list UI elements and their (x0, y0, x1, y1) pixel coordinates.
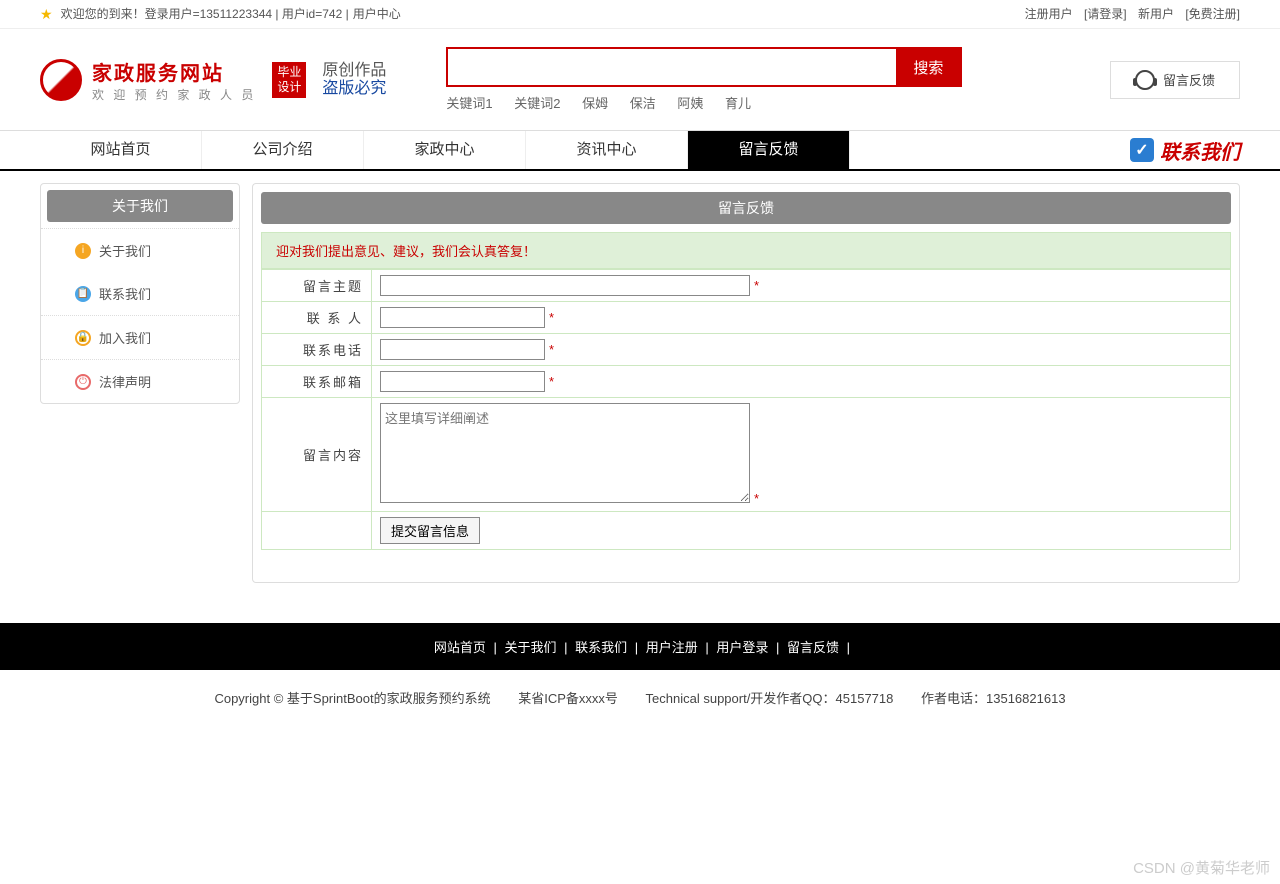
feedback-button[interactable]: 留言反馈 (1110, 61, 1240, 99)
fnav-link[interactable]: 网站首页 (434, 640, 486, 655)
search-input[interactable] (448, 49, 896, 85)
sidebar-item-join[interactable]: 🔒加入我们 (41, 315, 239, 359)
label-email: 联系邮箱 (262, 366, 372, 398)
nav-news[interactable]: 资讯中心 (526, 131, 688, 169)
headset-icon (1135, 70, 1155, 90)
label-subject: 留言主题 (262, 270, 372, 302)
fnav-link[interactable]: 关于我们 (505, 640, 557, 655)
logo-title: 家政服务网站 (92, 57, 256, 86)
content-panel: 留言反馈 迎对我们提出意见、建议，我们会认真答复！ 留言主题 * 联 系 人 *… (252, 183, 1240, 583)
keyword-link[interactable]: 保姆 (582, 96, 608, 111)
clipboard-icon: 📋 (75, 286, 91, 302)
nav-company[interactable]: 公司介绍 (202, 131, 364, 169)
power-icon: ⏻ (75, 374, 91, 390)
topbar-left: ★ 欢迎您的到来！登录用户=13511223344 | 用户id=742 | 用… (40, 0, 401, 28)
form-tip: 迎对我们提出意见、建议，我们会认真答复！ (261, 232, 1231, 269)
fnav-link[interactable]: 用户登录 (716, 640, 768, 655)
label-contact: 联 系 人 (262, 302, 372, 334)
bishe-badge: 毕业设计 (272, 62, 306, 98)
sidebar: 关于我们 i关于我们 📋联系我们 🔒加入我们 ⏻法律声明 (40, 183, 240, 404)
keyword-link[interactable]: 阿姨 (677, 96, 703, 111)
input-content[interactable] (380, 403, 750, 503)
free-register-link[interactable]: [免费注册] (1185, 7, 1240, 21)
login-link[interactable]: [请登录] (1084, 7, 1127, 21)
fnav-link[interactable]: 联系我们 (575, 640, 627, 655)
sidebar-item-about[interactable]: i关于我们 (41, 228, 239, 272)
sidebar-item-contact[interactable]: 📋联系我们 (41, 272, 239, 315)
topbar-right: 注册用户 [请登录] 新用户 [免费注册] (1017, 0, 1240, 28)
footer-nav: 网站首页 | 关于我们 | 联系我们 | 用户注册 | 用户登录 | 留言反馈 … (0, 623, 1280, 670)
search-button[interactable]: 搜索 (896, 49, 960, 85)
search-keywords: 关键词1 关键词2 保姆 保洁 阿姨 育儿 (446, 93, 1110, 112)
welcome-text: 欢迎您的到来！登录用户=13511223344 | 用户id=742 | (61, 0, 349, 28)
star-icon: ★ (40, 0, 53, 28)
nav-home[interactable]: 网站首页 (40, 131, 202, 169)
new-user-label: 新用户 (1138, 7, 1174, 21)
sidebar-item-law[interactable]: ⏻法律声明 (41, 359, 239, 403)
input-email[interactable] (380, 371, 545, 392)
keyword-link[interactable]: 育儿 (725, 96, 751, 111)
fnav-link[interactable]: 留言反馈 (787, 640, 839, 655)
logo-icon (40, 59, 82, 101)
footer-copy: Copyright © 基于SprintBoot的家政服务预约系统 某省ICP备… (0, 670, 1280, 725)
input-subject[interactable] (380, 275, 750, 296)
site-logo[interactable]: 家政服务网站 欢 迎 预 约 家 政 人 员 毕业设计 原创作品盗版必究 (40, 57, 386, 103)
input-contact[interactable] (380, 307, 545, 328)
logo-subtitle: 欢 迎 预 约 家 政 人 员 (92, 86, 256, 103)
nav-feedback[interactable]: 留言反馈 (688, 131, 850, 169)
sidebar-head: 关于我们 (47, 190, 233, 222)
reg-label: 注册用户 (1025, 7, 1073, 21)
info-icon: i (75, 243, 91, 259)
contact-us[interactable]: ✓ 联系我们 (1130, 131, 1240, 169)
nav-center[interactable]: 家政中心 (364, 131, 526, 169)
fnav-link[interactable]: 用户注册 (646, 640, 698, 655)
label-phone: 联系电话 (262, 334, 372, 366)
lock-icon: 🔒 (75, 330, 91, 346)
submit-button[interactable]: 提交留言信息 (380, 517, 480, 544)
keyword-link[interactable]: 关键词2 (514, 96, 560, 111)
calligraphy: 原创作品盗版必究 (322, 62, 386, 97)
watermark: CSDN @黄菊华老师 (1133, 857, 1270, 878)
keyword-link[interactable]: 关键词1 (446, 96, 492, 111)
user-center-link[interactable]: 用户中心 (353, 0, 401, 28)
search-box: 搜索 (446, 47, 962, 87)
panel-head: 留言反馈 (261, 192, 1231, 224)
check-icon: ✓ (1130, 138, 1154, 162)
label-content: 留言内容 (262, 398, 372, 512)
keyword-link[interactable]: 保洁 (630, 96, 656, 111)
input-phone[interactable] (380, 339, 545, 360)
